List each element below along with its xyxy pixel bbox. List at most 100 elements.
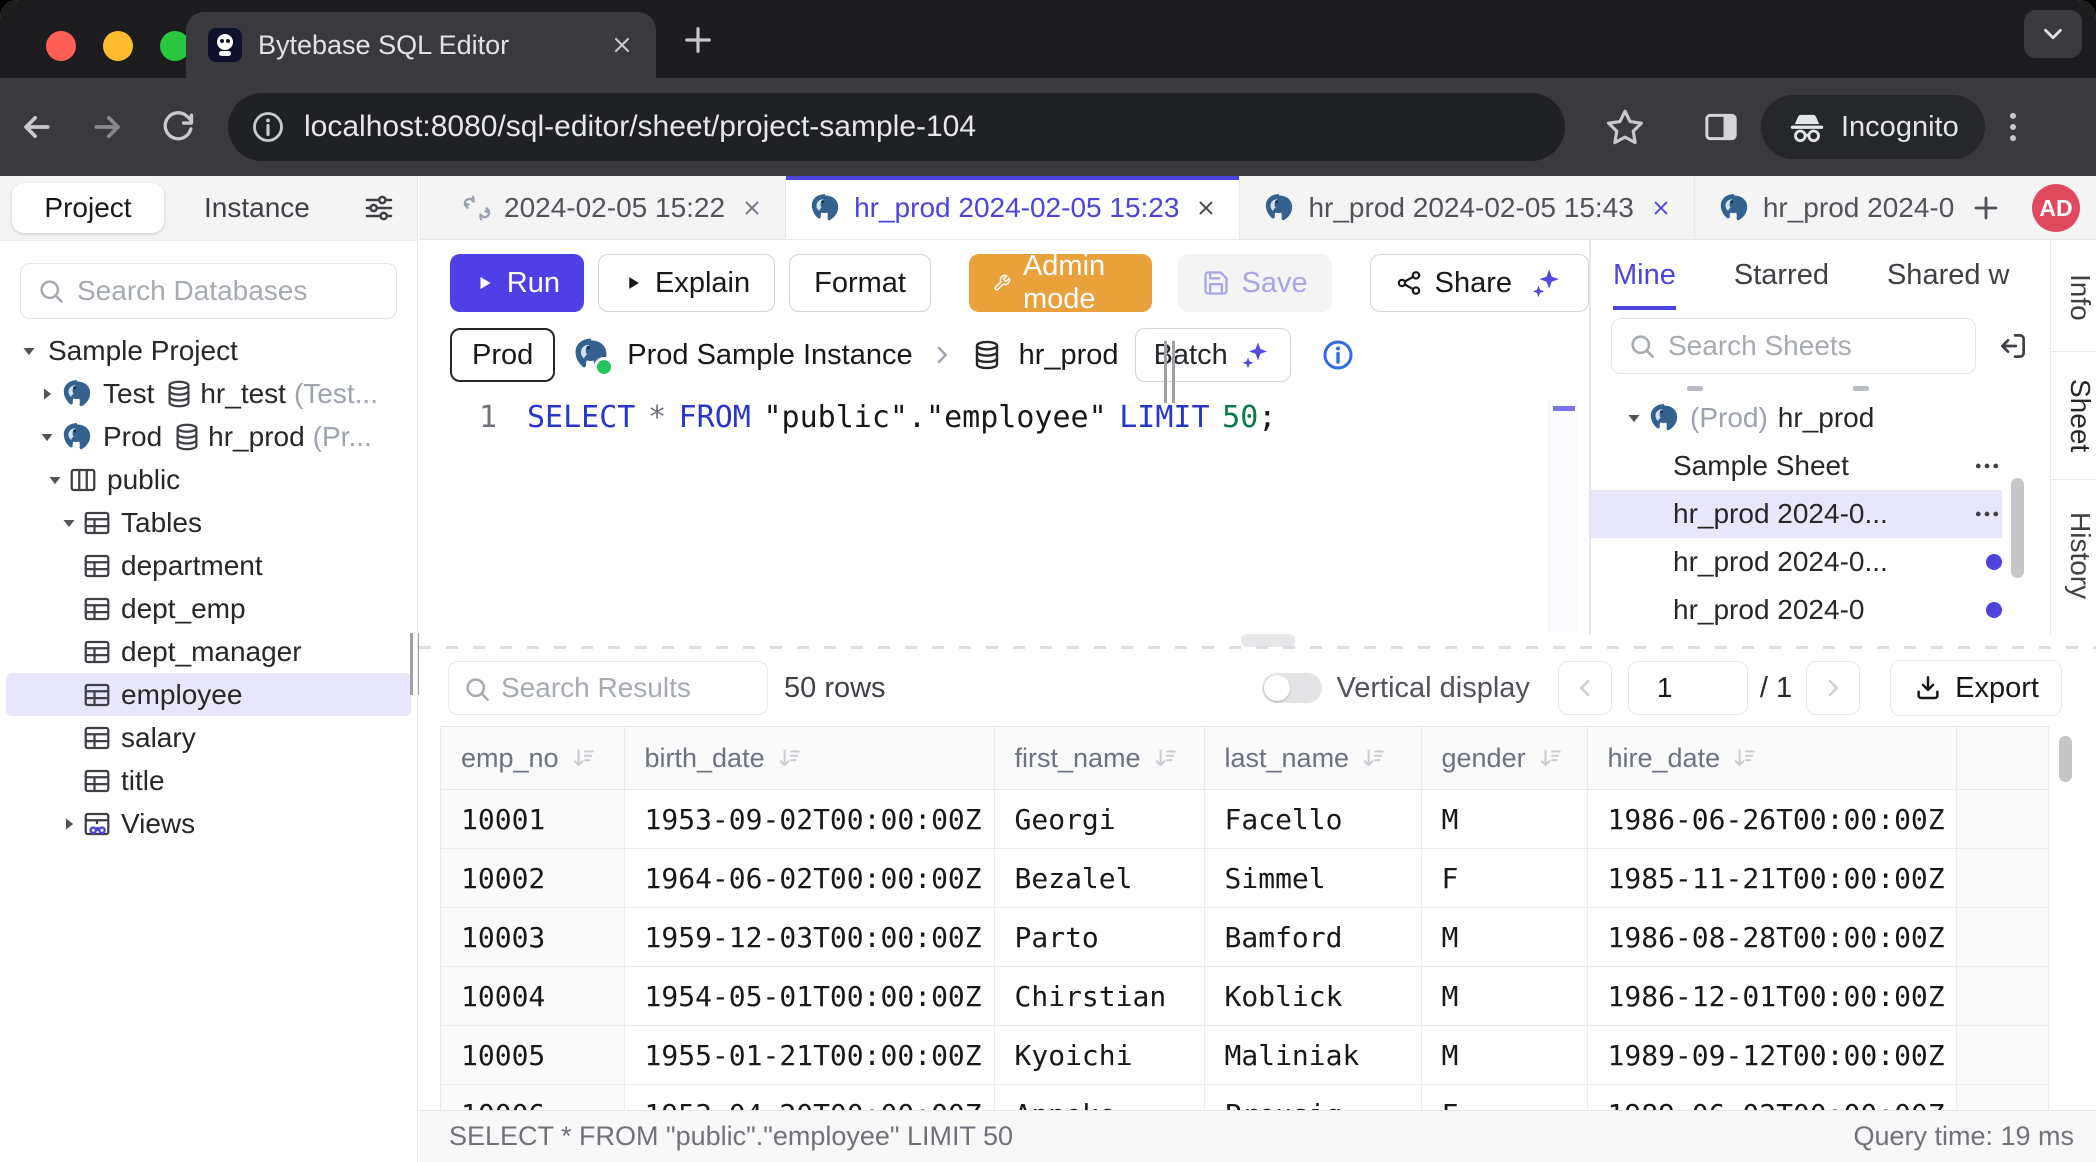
tree-item-table-employee[interactable]: employee — [6, 673, 411, 716]
sheet-item-unsaved[interactable]: hr_prod 2024-0... — [1591, 538, 2002, 586]
share-button[interactable]: Share — [1370, 254, 1589, 312]
table-row[interactable]: 100021964-06-02T00:00:00ZBezalelSimmelF1… — [441, 849, 2048, 908]
save-icon — [1202, 269, 1230, 297]
search-databases-input[interactable] — [20, 263, 397, 319]
explain-button[interactable]: Explain — [598, 254, 775, 312]
close-tab-icon[interactable] — [610, 33, 634, 57]
sql-code-line[interactable]: SELECT*FROM"public"."employee"LIMIT50; — [527, 400, 1276, 435]
ai-sparkles-icon[interactable] — [1530, 266, 1564, 300]
sheet-list-scrollbar[interactable] — [2011, 478, 2024, 578]
caret-down-icon[interactable] — [34, 426, 60, 448]
editor-tab-4[interactable]: hr_prod 2024-0 — [1695, 176, 1954, 239]
search-results-input[interactable] — [448, 661, 768, 715]
sheet-item-sample[interactable]: Sample Sheet — [1591, 442, 2002, 490]
table-row[interactable]: 100011953-09-02T00:00:00ZGeorgiFacelloM1… — [441, 790, 2048, 849]
info-icon[interactable] — [1321, 338, 1355, 372]
tree-item-schema-public[interactable]: public — [0, 458, 417, 501]
tab-history[interactable]: History — [2051, 480, 2096, 632]
collapse-panel-icon[interactable] — [1996, 329, 2030, 363]
caret-down-icon[interactable] — [42, 469, 68, 491]
batch-button[interactable]: Batch — [1135, 328, 1291, 382]
editor-tab-1[interactable]: 2024-02-05 15:22 — [440, 176, 786, 239]
column-header-emp_no[interactable]: emp_no — [441, 727, 624, 790]
table-row[interactable]: 100051955-01-21T00:00:00ZKyoichiMaliniak… — [441, 1026, 2048, 1085]
side-panel-icon[interactable] — [1699, 107, 1743, 147]
table-row[interactable]: 100061953-04-20T00:00:00ZAnnekePreusigF1… — [441, 1085, 2048, 1111]
table-row[interactable]: 100031959-12-03T00:00:00ZPartoBamfordM19… — [441, 908, 2048, 967]
column-header-first_name[interactable]: first_name — [994, 727, 1204, 790]
avatar[interactable]: AD — [2032, 184, 2080, 232]
tree-item-tables[interactable]: Tables — [0, 501, 417, 544]
tree-item-table-dept-manager[interactable]: dept_manager — [0, 630, 417, 673]
sheet-item-selected[interactable]: hr_prod 2024-0... — [1591, 490, 2002, 538]
tab-shared[interactable]: Shared w — [1887, 240, 2010, 310]
caret-down-icon[interactable] — [16, 340, 42, 362]
export-button[interactable]: Export — [1890, 660, 2062, 716]
filter-settings-icon[interactable] — [363, 192, 395, 224]
tab-starred[interactable]: Starred — [1734, 240, 1829, 310]
page-number-input[interactable] — [1628, 661, 1748, 715]
column-header-birth_date[interactable]: birth_date — [624, 727, 994, 790]
caret-down-icon[interactable] — [1621, 407, 1647, 429]
save-button[interactable]: Save — [1178, 254, 1332, 312]
editor-tab-3[interactable]: hr_prod 2024-02-05 15:43 — [1240, 176, 1694, 239]
browser-menu-icon[interactable] — [1991, 108, 2035, 146]
column-header-last_name[interactable]: last_name — [1204, 727, 1421, 790]
results-splitter[interactable] — [419, 634, 2096, 650]
tree-item-prod-db[interactable]: Prod hr_prod (Pr... — [0, 415, 417, 458]
vertical-display-toggle[interactable] — [1262, 673, 1322, 703]
code-editor[interactable]: 1 SELECT*FROM"public"."employee"LIMIT50; — [419, 400, 1589, 435]
tree-item-views[interactable]: Views — [0, 802, 417, 845]
close-window-button[interactable] — [46, 31, 76, 61]
prev-page-button[interactable] — [1558, 661, 1612, 715]
tab-info[interactable]: Info — [2051, 240, 2096, 352]
column-header-hire_date[interactable]: hire_date — [1587, 727, 1956, 790]
tree-item-table-salary[interactable]: salary — [0, 716, 417, 759]
next-page-button[interactable] — [1806, 661, 1860, 715]
reload-button[interactable] — [156, 108, 200, 146]
search-sheets-input[interactable] — [1611, 318, 1976, 374]
editor-tab-2-active[interactable]: hr_prod 2024-02-05 15:23 — [786, 176, 1240, 239]
bookmark-star-icon[interactable] — [1603, 106, 1647, 148]
environment-chip[interactable]: Prod — [450, 328, 555, 382]
tree-item-project[interactable]: Sample Project — [0, 329, 417, 372]
tree-item-table-dept-emp[interactable]: dept_emp — [0, 587, 417, 630]
postgres-icon — [808, 191, 842, 225]
caret-down-icon[interactable] — [56, 512, 82, 534]
sheet-menu-icon[interactable] — [1972, 451, 2002, 481]
sheet-menu-icon[interactable] — [1972, 499, 2002, 529]
column-header-gender[interactable]: gender — [1421, 727, 1587, 790]
instance-name[interactable]: Prod Sample Instance — [627, 339, 912, 372]
tree-item-table-title[interactable]: title — [0, 759, 417, 802]
add-sheet-button[interactable] — [1954, 176, 2018, 239]
address-bar[interactable]: localhost:8080/sql-editor/sheet/project-… — [228, 93, 1565, 161]
results-scrollbar[interactable] — [2059, 736, 2072, 782]
caret-right-icon[interactable] — [34, 383, 60, 405]
minimize-window-button[interactable] — [103, 31, 133, 61]
tab-search-button[interactable] — [2024, 10, 2082, 58]
panel-resize-handle[interactable] — [1164, 341, 1175, 403]
back-button[interactable] — [14, 107, 58, 147]
close-tab-icon[interactable] — [741, 197, 763, 219]
run-button[interactable]: Run — [450, 254, 584, 312]
tab-project[interactable]: Project — [12, 183, 164, 233]
sheet-group-hr-prod[interactable]: (Prod) hr_prod — [1591, 394, 2002, 442]
close-tab-icon[interactable] — [1650, 197, 1672, 219]
site-info-icon[interactable] — [250, 109, 286, 145]
close-tab-icon[interactable] — [1195, 197, 1217, 219]
tree-item-table-department[interactable]: department — [0, 544, 417, 587]
sheet-item-partial[interactable]: hr_prod 2024-0 — [1591, 586, 2002, 634]
tab-instance[interactable]: Instance — [186, 176, 328, 240]
tab-sheet[interactable]: Sheet — [2051, 352, 2096, 480]
format-button[interactable]: Format — [789, 254, 931, 312]
new-tab-button[interactable] — [680, 22, 716, 58]
caret-right-icon[interactable] — [56, 813, 82, 835]
editor-minimap[interactable] — [1548, 400, 1579, 632]
database-name[interactable]: hr_prod — [1019, 339, 1119, 372]
tree-item-test-db[interactable]: Test hr_test (Test... — [0, 372, 417, 415]
forward-button[interactable] — [86, 107, 130, 147]
browser-tab[interactable]: Bytebase SQL Editor — [186, 12, 656, 78]
table-row[interactable]: 100041954-05-01T00:00:00ZChirstianKoblic… — [441, 967, 2048, 1026]
tab-mine[interactable]: Mine — [1613, 240, 1676, 310]
admin-mode-button[interactable]: Admin mode — [969, 254, 1152, 312]
